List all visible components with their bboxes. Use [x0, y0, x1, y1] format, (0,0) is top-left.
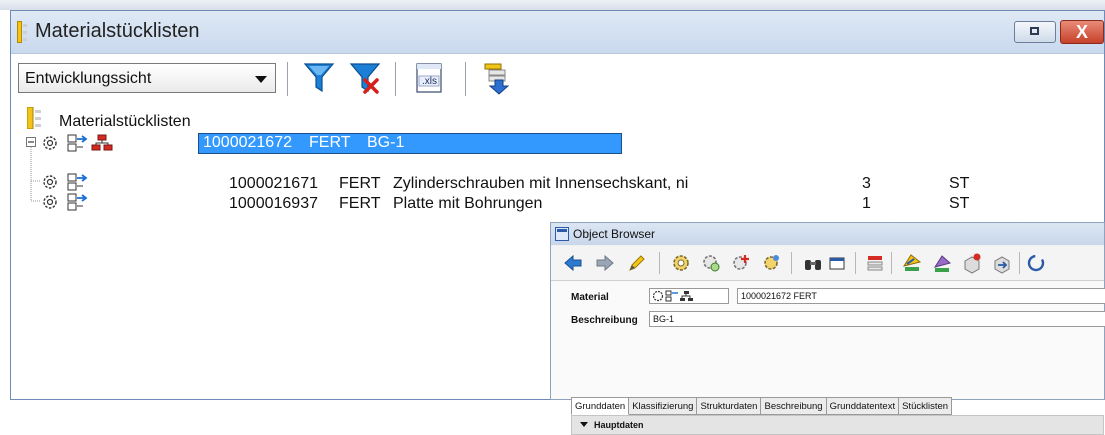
pencil-icon[interactable]	[627, 253, 647, 273]
structure-list-icon[interactable]	[865, 253, 885, 273]
gear-icon[interactable]	[671, 253, 691, 273]
material-number: 1000016937	[229, 195, 318, 212]
title-bar[interactable]: Materialstücklisten X	[11, 11, 1104, 54]
object-browser-toolbar	[551, 246, 1104, 281]
binoculars-icon[interactable]	[803, 253, 823, 273]
material-field[interactable]: 1000021672 FERT	[737, 288, 1105, 304]
section-hauptdaten-label: Hauptdaten	[594, 420, 644, 430]
material-type: FERT	[309, 134, 351, 151]
description-field[interactable]: BG-1	[649, 311, 1105, 327]
toolbar-separator	[465, 62, 466, 96]
bom-structure-icon	[67, 134, 88, 152]
material-name: BG-1	[367, 134, 405, 151]
refresh-icon[interactable]	[1025, 252, 1047, 274]
background-window-strip	[0, 0, 1105, 10]
unit: ST	[949, 195, 970, 212]
bom-structure-icon	[67, 173, 88, 191]
toolbar-separator	[659, 252, 660, 274]
material-type: FERT	[339, 175, 381, 192]
gear-star-icon[interactable]	[761, 253, 781, 273]
restore-icon	[1030, 27, 1039, 35]
description-label: Beschreibung	[571, 315, 638, 326]
material-number: 1000021672	[203, 134, 292, 151]
object-browser-title-bar[interactable]: Object Browser	[551, 223, 1104, 245]
bom-structure-icon	[67, 193, 88, 211]
document-arrow-icon[interactable]	[901, 252, 923, 274]
material-gear-icon	[43, 195, 57, 209]
back-arrow-icon[interactable]	[563, 253, 583, 273]
expand-structure-button[interactable]	[479, 60, 515, 96]
close-button[interactable]: X	[1060, 20, 1104, 44]
restore-button[interactable]	[1014, 21, 1056, 43]
filter-icon	[303, 63, 335, 93]
xls-label: .xls	[422, 76, 437, 87]
material-type: FERT	[339, 195, 381, 212]
object-browser-window: Object Browser Material 1000021672 FERT …	[550, 222, 1105, 435]
material-label: Material	[571, 292, 609, 303]
bom-icon	[17, 21, 27, 43]
view-select-value: Entwicklungssicht	[25, 70, 152, 87]
structure-export-icon	[484, 63, 510, 95]
document-stack-icon[interactable]	[931, 252, 953, 274]
gear-add-icon[interactable]	[731, 253, 751, 273]
object-browser-form: Material 1000021672 FERT Beschreibung BG…	[551, 281, 1105, 435]
collapse-triangle-icon	[580, 422, 588, 427]
window-icon[interactable]	[827, 253, 847, 273]
remove-filter-icon	[349, 63, 381, 94]
material-name: Zylinderschrauben mit Innensechskant, ni	[393, 175, 689, 192]
view-select[interactable]: Entwicklungssicht	[18, 63, 276, 93]
object-browser-icon	[555, 227, 569, 241]
toolbar-separator	[395, 62, 396, 96]
toolbar-separator	[791, 252, 792, 274]
material-gear-icon	[43, 175, 57, 189]
export-xls-button[interactable]: .xls	[411, 60, 447, 96]
toolbar-separator	[855, 252, 856, 274]
quantity: 3	[862, 175, 871, 192]
window-title: Materialstücklisten	[35, 20, 200, 42]
cube-star-icon[interactable]	[961, 252, 983, 274]
toolbar-separator	[1019, 252, 1020, 274]
toolbar: Entwicklungssicht .xls	[11, 54, 1104, 102]
quantity: 1	[862, 195, 871, 212]
chevron-down-icon	[255, 76, 267, 83]
remove-filter-button[interactable]	[347, 60, 383, 96]
forward-arrow-icon[interactable]	[595, 253, 615, 273]
unit: ST	[949, 175, 970, 192]
material-type-icons	[652, 290, 693, 302]
section-hauptdaten[interactable]: Hauptdaten	[571, 415, 1104, 435]
material-gear-icon	[43, 136, 57, 150]
material-name: Platte mit Bohrungen	[393, 195, 543, 212]
toolbar-separator	[891, 252, 892, 274]
material-type-field	[649, 288, 729, 304]
toolbar-separator	[287, 62, 288, 96]
object-browser-title: Object Browser	[573, 227, 656, 241]
org-chart-icon	[91, 134, 113, 151]
cube-arrow-icon[interactable]	[991, 252, 1013, 274]
material-number: 1000021671	[229, 175, 318, 192]
gear-search-icon[interactable]	[701, 253, 721, 273]
filter-button[interactable]	[301, 60, 337, 96]
